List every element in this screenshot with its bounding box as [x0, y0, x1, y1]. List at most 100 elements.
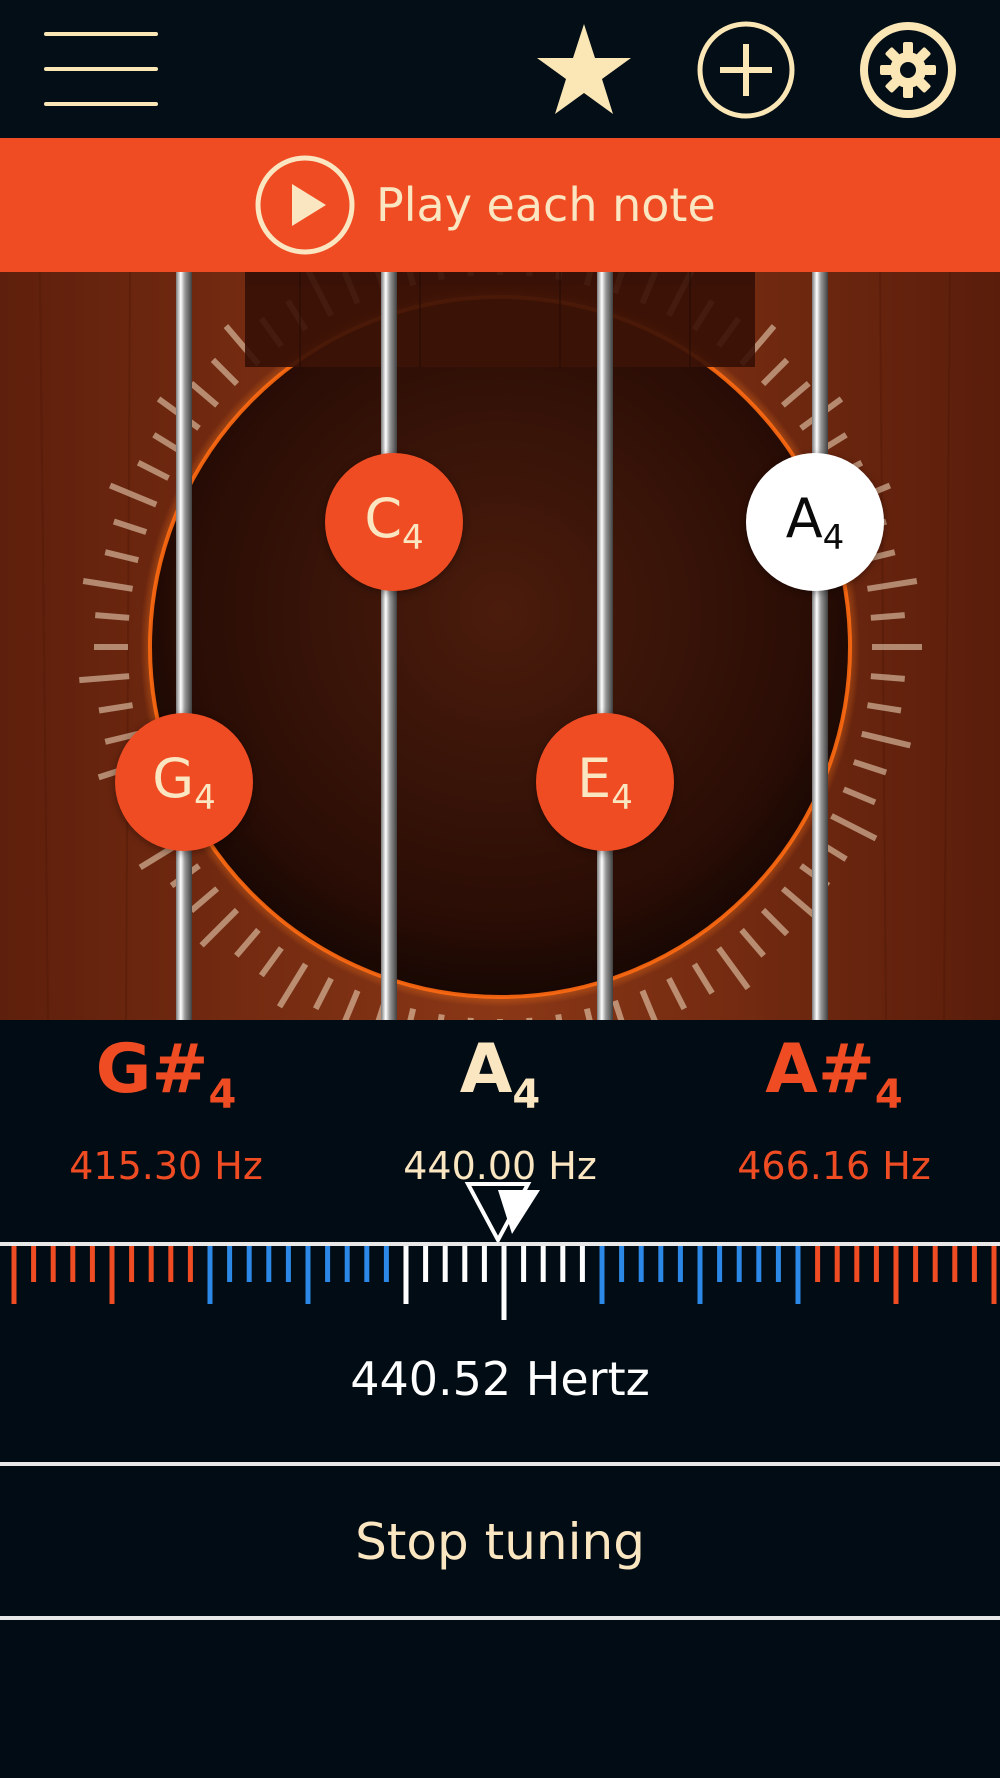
tuner-tick — [285, 1246, 291, 1282]
tuner-tick — [873, 1246, 879, 1282]
tuner-tick — [227, 1246, 233, 1282]
tuner-tick — [638, 1246, 644, 1282]
next-note: A#4 466.16 Hz — [684, 1030, 984, 1191]
string-note-octave: 4 — [402, 518, 424, 558]
play-circle-icon — [255, 155, 355, 255]
divider — [0, 1462, 1000, 1466]
guitar-illustration — [0, 272, 1000, 1020]
tuner-tick — [364, 1246, 370, 1282]
tuner-tick — [560, 1246, 566, 1282]
tuner-tick — [129, 1246, 135, 1282]
tuner-tick — [932, 1246, 938, 1282]
gear-icon — [860, 22, 956, 118]
tuner-tick — [677, 1246, 683, 1282]
string-note-c-label: C4 — [325, 487, 463, 570]
rosette-tick — [95, 612, 130, 621]
tuner-tick — [462, 1246, 468, 1282]
previous-note: G#4 415.30 Hz — [16, 1030, 316, 1191]
note-letter: G# — [95, 1030, 209, 1109]
string-note-octave: 4 — [822, 518, 845, 558]
string-note-name: E — [577, 747, 612, 810]
detected-frequency: 440.52 Hertz — [350, 1352, 650, 1406]
tuner-tick — [775, 1246, 781, 1282]
tuner-tick — [305, 1246, 311, 1304]
stop-tuning-button[interactable]: Stop tuning — [0, 1468, 1000, 1616]
previous-note-name: G#4 — [16, 1030, 316, 1135]
string-note-a[interactable]: A4 — [746, 453, 884, 591]
tuner-tick — [619, 1246, 625, 1282]
hamburger-line — [44, 67, 158, 71]
star-icon — [537, 24, 631, 114]
note-letter: A# — [765, 1030, 875, 1109]
plus-circle-icon — [697, 21, 795, 119]
string-note-g-label: G4 — [115, 747, 253, 830]
play-each-note-label: Play each note — [376, 178, 716, 232]
current-note: A4 440.00 Hz — [350, 1030, 650, 1191]
tuner-tick — [854, 1246, 860, 1282]
tuner-tick — [756, 1246, 762, 1282]
tuner-tick — [403, 1246, 409, 1304]
string-note-a-label: A4 — [746, 487, 884, 570]
tuner-tick — [383, 1246, 389, 1282]
tuner-tick — [481, 1246, 487, 1282]
tuner-tick — [795, 1246, 801, 1304]
tuner-meter — [0, 1180, 1000, 1326]
tuner-tick — [501, 1246, 507, 1326]
tuner-tick — [266, 1246, 272, 1282]
tuner-tick — [991, 1246, 997, 1304]
note-octave: 4 — [512, 1072, 541, 1118]
tuner-tick — [11, 1246, 17, 1304]
tuner-tick — [325, 1246, 331, 1282]
next-note-name: A#4 — [684, 1030, 984, 1135]
tuner-tick — [971, 1246, 977, 1282]
rosette-tick — [870, 612, 905, 621]
string-note-e[interactable]: E4 — [536, 713, 674, 851]
tuner-tick — [913, 1246, 919, 1282]
menu-button[interactable] — [44, 32, 158, 106]
tuner-tick — [893, 1246, 899, 1304]
tuner-tick — [697, 1246, 703, 1304]
tuner-scale — [0, 1182, 1000, 1326]
tuner-tick — [148, 1246, 154, 1282]
tuner-tick — [521, 1246, 527, 1282]
rosette-tick — [526, 1017, 533, 1020]
string-note-e-label: E4 — [536, 747, 674, 830]
rosette-tick — [79, 673, 130, 684]
note-octave: 4 — [208, 1072, 237, 1118]
tuner-tick — [246, 1246, 252, 1282]
guitar-body: G4 C4 E4 A4 — [0, 272, 1000, 1020]
divider — [0, 1616, 1000, 1620]
hamburger-line — [44, 102, 158, 106]
tuner-tick — [187, 1246, 193, 1282]
string-note-g[interactable]: G4 — [115, 713, 253, 851]
string-note-name: A — [785, 487, 823, 550]
hamburger-menu-icon — [44, 32, 158, 36]
add-button[interactable] — [696, 20, 796, 120]
note-octave: 4 — [874, 1072, 903, 1118]
tuner-tick — [168, 1246, 174, 1282]
tuner-tick — [31, 1246, 37, 1282]
settings-button[interactable] — [858, 20, 958, 120]
tuner-tick — [540, 1246, 546, 1282]
tuner-tick — [423, 1246, 429, 1282]
string-note-name: G — [152, 747, 195, 810]
tuner-tick — [344, 1246, 350, 1282]
tuner-tick — [442, 1246, 448, 1282]
string-note-name: C — [364, 487, 403, 550]
string-note-octave: 4 — [194, 778, 216, 818]
triangle-pointer-icon — [464, 1182, 540, 1245]
tuner-tick — [89, 1246, 95, 1282]
favorite-button[interactable] — [534, 20, 634, 120]
string-note-octave: 4 — [611, 778, 633, 818]
play-each-note-button[interactable]: Play each note — [0, 138, 1000, 272]
tuner-tick — [834, 1246, 840, 1282]
rosette-tick — [870, 673, 905, 682]
note-letter: A — [459, 1030, 513, 1109]
tuner-tick — [109, 1246, 115, 1304]
tuner-tick — [207, 1246, 213, 1304]
tuner-tick — [658, 1246, 664, 1282]
string-note-c[interactable]: C4 — [325, 453, 463, 591]
tuner-tick — [952, 1246, 958, 1282]
top-bar — [0, 0, 1000, 138]
tuner-tick — [815, 1246, 821, 1282]
